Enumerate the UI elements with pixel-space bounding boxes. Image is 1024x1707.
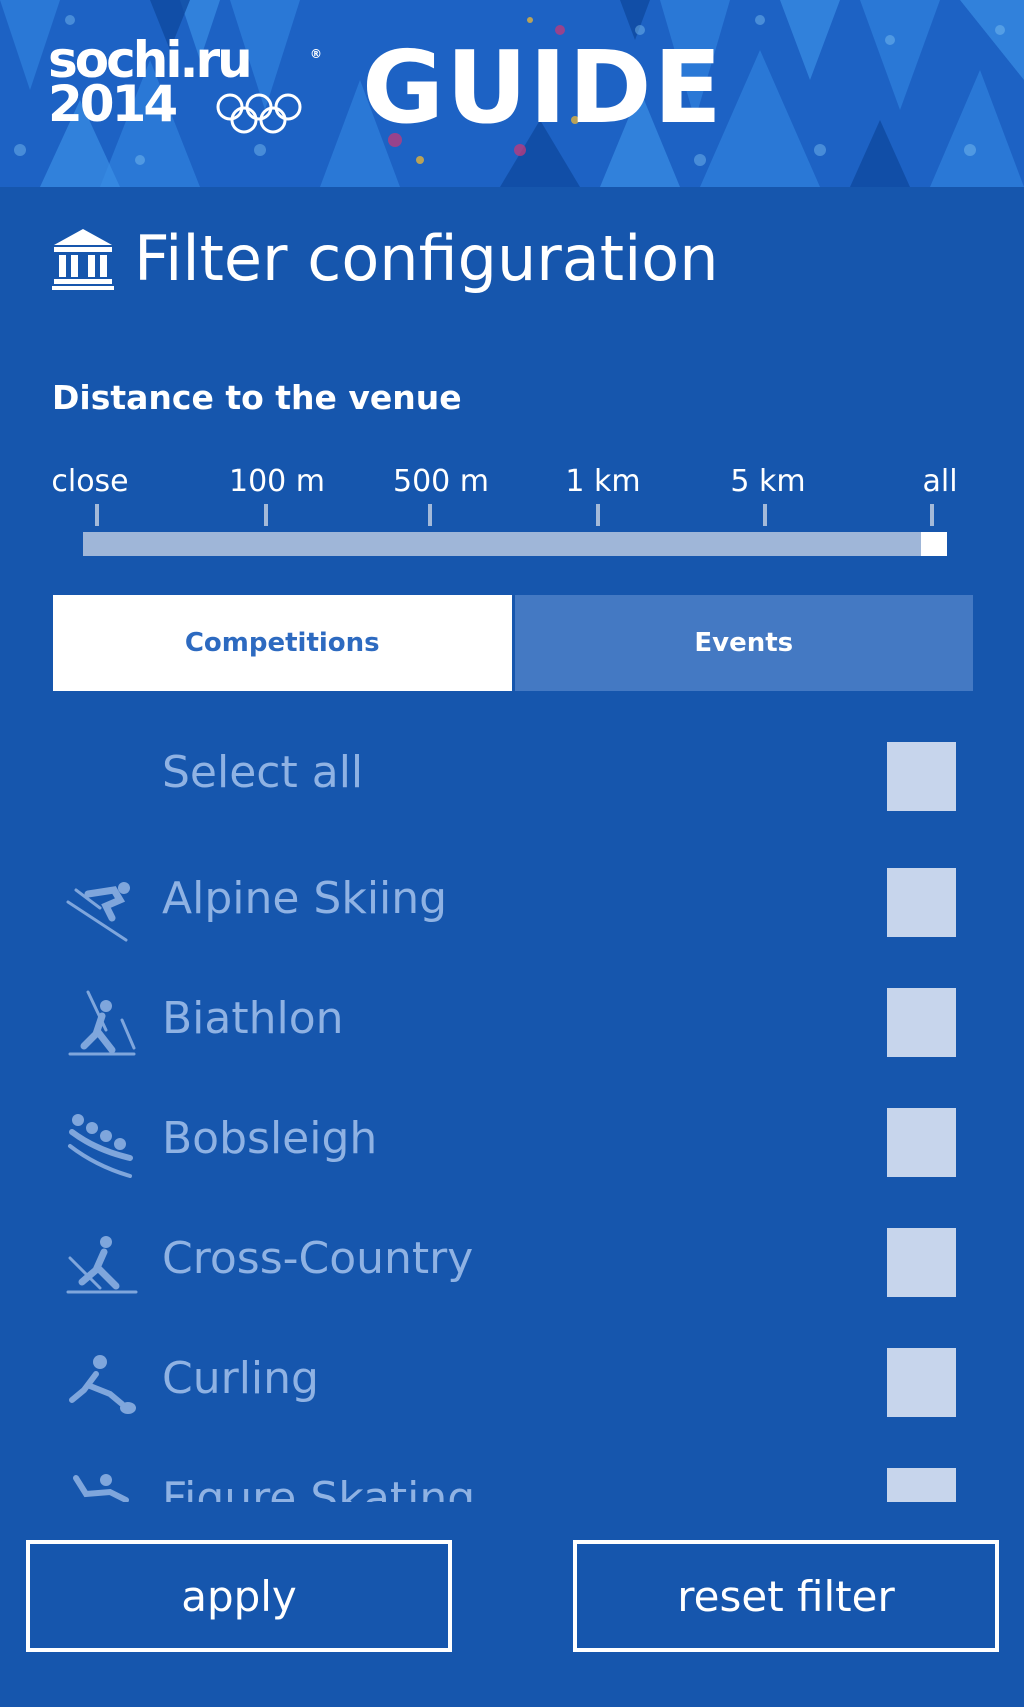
select-all-row[interactable]: Select all bbox=[0, 732, 1024, 822]
page-title-row: Filter configuration bbox=[50, 218, 719, 298]
step-label-1km: 1 km bbox=[565, 464, 641, 499]
tab-competitions[interactable]: Competitions bbox=[53, 595, 512, 691]
slider-tick bbox=[264, 504, 268, 526]
list-item-figure-skating[interactable]: Figure Skating bbox=[0, 1458, 1024, 1502]
step-label-100m: 100 m bbox=[228, 464, 326, 499]
slider-tick bbox=[930, 504, 934, 526]
list-item-biathlon[interactable]: Biathlon bbox=[0, 978, 1024, 1068]
list-item-cross-country[interactable]: Cross-Country bbox=[0, 1218, 1024, 1308]
step-label-close: close bbox=[51, 464, 129, 499]
alpine-skiing-icon bbox=[66, 882, 130, 942]
bobsleigh-icon bbox=[68, 1114, 133, 1178]
figure-skating-checkbox[interactable] bbox=[887, 1468, 956, 1502]
apply-button[interactable]: apply bbox=[26, 1540, 452, 1652]
select-all-label: Select all bbox=[162, 747, 364, 798]
list-item-label: Curling bbox=[162, 1353, 319, 1404]
category-tabs: Competitions Events bbox=[53, 595, 973, 691]
distance-step-labels: close 100 m 500 m 1 km 5 km all bbox=[0, 464, 1024, 504]
cross-country-checkbox[interactable] bbox=[887, 1228, 956, 1297]
bobsleigh-checkbox[interactable] bbox=[887, 1108, 956, 1177]
biathlon-checkbox[interactable] bbox=[887, 988, 956, 1057]
tab-events[interactable]: Events bbox=[514, 595, 973, 691]
list-item-bobsleigh[interactable]: Bobsleigh bbox=[0, 1098, 1024, 1188]
alpine-skiing-checkbox[interactable] bbox=[887, 868, 956, 937]
select-all-checkbox[interactable] bbox=[887, 742, 956, 811]
distance-slider-thumb[interactable] bbox=[921, 532, 947, 556]
list-item-curling[interactable]: Curling bbox=[0, 1338, 1024, 1428]
list-item-label: Figure Skating bbox=[162, 1473, 476, 1502]
guide-title: GUIDE bbox=[362, 29, 724, 146]
step-label-500m: 500 m bbox=[392, 464, 490, 499]
building-columns-icon bbox=[52, 229, 114, 290]
sport-filter-list[interactable]: Select all Alpine Skiing Biathlon Bobsle… bbox=[0, 720, 1024, 1502]
biathlon-icon bbox=[68, 990, 136, 1056]
distance-label: Distance to the venue bbox=[52, 378, 462, 417]
list-item-label: Bobsleigh bbox=[162, 1113, 378, 1164]
list-item-label: Alpine Skiing bbox=[162, 873, 448, 924]
step-label-all: all bbox=[922, 464, 958, 499]
list-item-alpine-skiing[interactable]: Alpine Skiing bbox=[0, 858, 1024, 948]
slider-tick bbox=[95, 504, 99, 526]
reset-filter-button[interactable]: reset filter bbox=[573, 1540, 999, 1652]
app-header: sochi.ru 2014 ® GUIDE bbox=[0, 0, 1024, 187]
distance-slider-track[interactable] bbox=[83, 532, 947, 556]
list-item-label: Cross-Country bbox=[162, 1233, 474, 1284]
olympic-rings-icon bbox=[216, 93, 302, 134]
curling-icon bbox=[69, 1355, 136, 1414]
curling-checkbox[interactable] bbox=[887, 1348, 956, 1417]
slider-tick bbox=[428, 504, 432, 526]
list-item-label: Biathlon bbox=[162, 993, 344, 1044]
step-label-5km: 5 km bbox=[730, 464, 806, 499]
figure-skating-icon bbox=[73, 1474, 129, 1502]
page-title: Filter configuration bbox=[134, 221, 719, 295]
registered-mark: ® bbox=[310, 47, 322, 61]
slider-tick bbox=[596, 504, 600, 526]
cross-country-icon bbox=[66, 1236, 138, 1294]
slider-tick bbox=[763, 504, 767, 526]
